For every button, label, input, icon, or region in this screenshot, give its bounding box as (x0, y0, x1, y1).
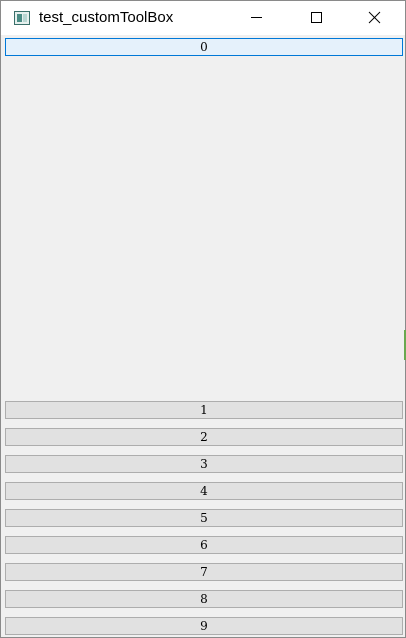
toolbox-tab-0[interactable]: 0 (5, 38, 403, 56)
toolbox-tab-9[interactable]: 9 (5, 617, 403, 635)
app-icon (14, 11, 30, 25)
toolbox-tab-2[interactable]: 2 (5, 428, 403, 446)
toolbox-tab-5[interactable]: 5 (5, 509, 403, 527)
toolbox-tab-8[interactable]: 8 (5, 590, 403, 608)
minimize-button[interactable] (233, 1, 279, 35)
maximize-button[interactable] (293, 1, 339, 35)
window-title: test_customToolBox (39, 9, 174, 26)
title-bar[interactable]: test_customToolBox (1, 1, 405, 35)
minimize-icon (251, 17, 262, 18)
toolbox-tab-1[interactable]: 1 (5, 401, 403, 419)
toolbox-page-0 (5, 59, 403, 399)
toolbox-tab-3[interactable]: 3 (5, 455, 403, 473)
toolbox-tab-4[interactable]: 4 (5, 482, 403, 500)
main-window: test_customToolBox 0 1 2 3 4 5 6 7 8 9 (0, 0, 406, 638)
close-icon (368, 11, 381, 24)
toolbox-widget: 0 1 2 3 4 5 6 7 8 9 (1, 35, 405, 637)
toolbox-tab-7[interactable]: 7 (5, 563, 403, 581)
maximize-icon (311, 12, 322, 23)
close-button[interactable] (351, 1, 397, 35)
toolbox-tab-6[interactable]: 6 (5, 536, 403, 554)
